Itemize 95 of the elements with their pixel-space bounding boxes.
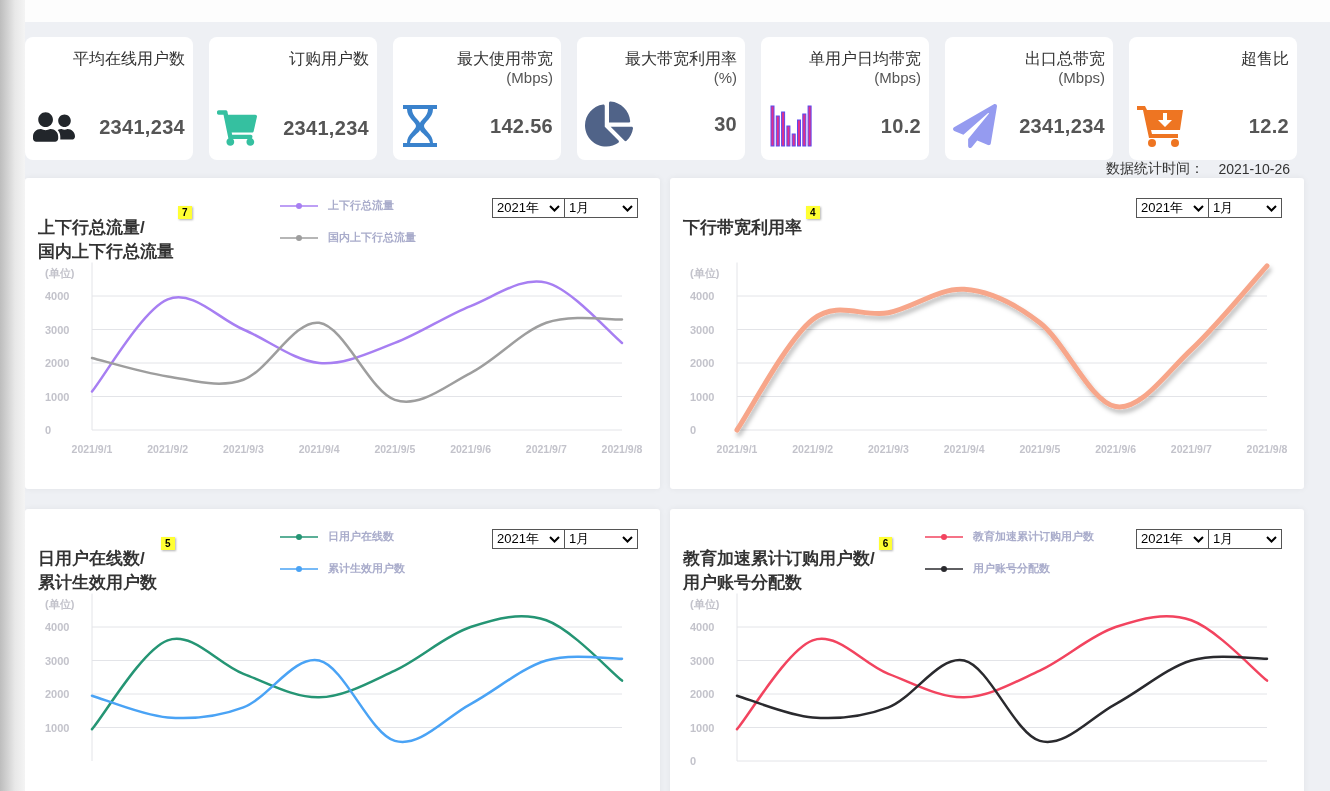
cart-icon [217, 108, 257, 148]
number-badge: 5 [161, 537, 175, 550]
paper-plane-icon [953, 104, 997, 148]
chart-title: 下行带宽利用率 [683, 217, 802, 239]
axis-label: 2021/9/6 [450, 443, 491, 455]
stat-value: 2341,234 [283, 116, 369, 140]
chevron-down-icon [622, 535, 633, 543]
year-select[interactable]: 2021年 [1136, 529, 1209, 549]
stat-value: 10.2 [880, 114, 921, 138]
axis-label: 1000 [690, 721, 715, 734]
axis-label: 2021/9/7 [1170, 443, 1212, 455]
axis-label: 2000 [45, 357, 70, 369]
axis-label: 2021/9/8 [601, 443, 643, 455]
axis-label: 2021/9/5 [374, 443, 416, 455]
cart-download-icon [1137, 104, 1185, 148]
hourglass-icon [401, 104, 439, 148]
axis-label: 2021/9/6 [1095, 443, 1136, 455]
axis-label: 4000 [690, 621, 715, 633]
axis-label: 0 [690, 755, 697, 767]
axis-label: 2021/9/3 [868, 443, 909, 455]
axis-label: 2021/9/5 [1019, 443, 1061, 455]
bar-chart-icon [769, 104, 813, 148]
chart-title: 上下行总流量/ 国内上下行总流量 [38, 217, 174, 263]
legend-label: 日用户在线数 [328, 529, 394, 544]
stat-title: 超售比 [1241, 49, 1289, 69]
axis-label: 3000 [690, 323, 715, 336]
chevron-down-icon [1193, 204, 1204, 212]
legend-label: 上下行总流量 [328, 198, 394, 213]
legend-label: 国内上下行总流量 [328, 230, 416, 245]
axis-unit: (单位) [690, 598, 720, 610]
chevron-down-icon [1193, 535, 1204, 543]
axis-label: 0 [45, 424, 52, 436]
axis-label: 2021/9/4 [943, 443, 985, 455]
chevron-down-icon [549, 204, 560, 212]
axis-label: 3000 [45, 323, 70, 336]
stat-unit: (%) [713, 69, 737, 87]
axis-label: 2021/9/7 [525, 443, 567, 455]
stat-unit: (Mbps) [506, 69, 553, 87]
stat-value: 2341,234 [1019, 114, 1105, 138]
axis-label: 2000 [690, 688, 715, 700]
axis-label: 1000 [45, 390, 70, 403]
legend-label: 用户账号分配数 [973, 561, 1050, 576]
legend-label: 累计生效用户数 [328, 561, 405, 576]
axis-label: 4000 [690, 290, 715, 302]
axis-label: 4000 [45, 290, 70, 302]
axis-label: 2021/9/3 [223, 443, 264, 455]
chevron-down-icon [1266, 535, 1277, 543]
chevron-down-icon [549, 535, 560, 543]
year-select[interactable]: 2021年 [1136, 198, 1209, 218]
number-badge: 7 [178, 206, 192, 219]
axis-label: 2000 [690, 357, 715, 369]
number-badge: 4 [806, 206, 820, 219]
axis-label: 2021/9/1 [716, 443, 758, 455]
stat-unit: (Mbps) [1058, 69, 1105, 87]
axis-label: 2021/9/4 [298, 443, 340, 455]
chevron-down-icon [622, 204, 633, 212]
stat-value: 2341,234 [99, 115, 185, 139]
month-select[interactable]: 1月 [1209, 529, 1282, 549]
axis-label: 2021/9/2 [147, 443, 189, 455]
stat-title: 最大使用带宽 [457, 49, 553, 69]
month-select[interactable]: 1月 [565, 198, 638, 218]
axis-label: 3000 [690, 654, 715, 667]
axis-unit: (单位) [45, 598, 75, 610]
legend-label: 教育加速累计订购用户数 [973, 529, 1094, 544]
axis-label: 2021/9/2 [792, 443, 834, 455]
stat-title: 最大带宽利用率 [625, 49, 737, 69]
month-select[interactable]: 1月 [565, 529, 638, 549]
stat-time-value: 2021-10-26 [1218, 161, 1290, 177]
chart-title: 日用户在线数/ 累计生效用户数 [38, 548, 157, 594]
axis-label: 2021/9/8 [1246, 443, 1288, 455]
stat-title: 平均在线用户数 [73, 49, 185, 69]
axis-label: 1000 [690, 390, 715, 403]
axis-label: 1000 [45, 721, 70, 734]
chart-title: 教育加速累计订购用户数/ 用户账号分配数 [683, 548, 875, 594]
stat-value: 142.56 [490, 114, 553, 138]
pie-chart-icon [585, 100, 633, 148]
year-select[interactable]: 2021年 [492, 198, 565, 218]
stat-unit: (Mbps) [874, 69, 921, 87]
number-badge: 6 [878, 537, 893, 550]
axis-label: 2021/9/1 [71, 443, 113, 455]
stat-title: 出口总带宽 [1025, 49, 1105, 69]
year-select[interactable]: 2021年 [492, 529, 565, 549]
stat-title: 单用户日均带宽 [809, 49, 921, 69]
axis-label: 2000 [45, 688, 70, 700]
stat-title: 订购用户数 [289, 49, 369, 69]
stat-value: 12.2 [1248, 114, 1289, 138]
month-select[interactable]: 1月 [1209, 198, 1282, 218]
axis-label: 4000 [45, 621, 70, 633]
axis-label: 0 [690, 424, 697, 436]
stat-value: 30 [714, 112, 737, 136]
stat-time-label: 数据统计时间： [1106, 160, 1205, 178]
axis-label: 3000 [45, 654, 70, 667]
chevron-down-icon [1266, 204, 1277, 212]
axis-unit: (单位) [690, 267, 720, 279]
axis-unit: (单位) [45, 267, 75, 279]
